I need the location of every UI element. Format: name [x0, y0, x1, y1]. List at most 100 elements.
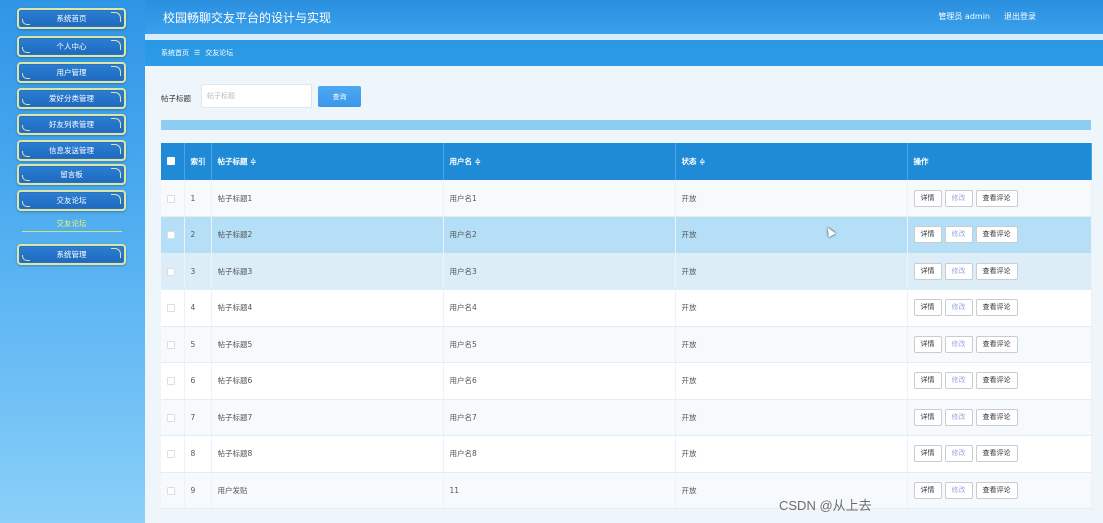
- row-checkbox[interactable]: [167, 194, 175, 203]
- view-comments-button[interactable]: 查看评论: [975, 262, 1018, 280]
- view-comments-button[interactable]: 查看评论: [975, 481, 1018, 499]
- row-index: 8: [184, 435, 212, 473]
- detail-button[interactable]: 详情: [913, 408, 942, 426]
- sidebar-item-label: 个人中心: [56, 42, 87, 51]
- detail-button[interactable]: 详情: [913, 189, 942, 207]
- header-index: 索引: [184, 143, 212, 180]
- row-checkbox[interactable]: [167, 413, 175, 422]
- view-comments-button[interactable]: 查看评论: [975, 189, 1018, 207]
- row-checkbox[interactable]: [167, 340, 175, 349]
- detail-button[interactable]: 详情: [913, 372, 942, 390]
- view-comments-button[interactable]: 查看评论: [975, 335, 1018, 353]
- row-actions: 详情 修改 查看评论: [907, 289, 1092, 327]
- ornament-icon: [22, 99, 30, 105]
- table-row[interactable]: 6 帖子标题6 用户名6 开放 详情 修改 查看评论: [161, 362, 1092, 400]
- sidebar-item-users[interactable]: 用户管理: [17, 62, 126, 83]
- sidebar-item-forum[interactable]: 交友论坛: [17, 190, 126, 211]
- sidebar-subitem-forum[interactable]: 交友论坛: [17, 218, 126, 229]
- sidebar-item-label: 爱好分类管理: [49, 94, 94, 103]
- detail-button[interactable]: 详情: [913, 335, 942, 353]
- row-title: 帖子标题8: [211, 435, 444, 473]
- row-actions: 详情 修改 查看评论: [907, 326, 1092, 363]
- sidebar-item-personal-center[interactable]: 个人中心: [17, 36, 126, 57]
- sidebar: 系统首页 个人中心 用户管理 爱好分类管理 好友列表管理 信息发送管理 留言板 …: [0, 0, 145, 523]
- sidebar-item-label: 系统首页: [56, 14, 87, 23]
- edit-button[interactable]: 修改: [944, 335, 973, 353]
- search-input[interactable]: [201, 84, 312, 108]
- edit-button[interactable]: 修改: [944, 372, 973, 390]
- header-status[interactable]: 状态 ≑: [675, 143, 908, 180]
- sidebar-item-messages[interactable]: 信息发送管理: [17, 140, 126, 161]
- ornament-icon: [22, 125, 30, 131]
- row-title: 帖子标题4: [211, 289, 444, 327]
- row-checkbox[interactable]: [167, 267, 175, 276]
- menu-icon: ☰: [194, 49, 201, 57]
- row-title: 帖子标题5: [211, 326, 444, 363]
- view-comments-button[interactable]: 查看评论: [975, 299, 1018, 317]
- row-status: 开放: [675, 362, 908, 400]
- detail-button[interactable]: 详情: [913, 299, 942, 317]
- sidebar-item-home[interactable]: 系统首页: [17, 8, 126, 29]
- ornament-icon: [111, 194, 121, 204]
- breadcrumb-home[interactable]: 系统首页: [161, 48, 189, 58]
- ornament-icon: [22, 151, 30, 157]
- view-comments-button[interactable]: 查看评论: [975, 445, 1018, 463]
- table-row[interactable]: 3 帖子标题3 用户名3 开放 详情 修改 查看评论: [161, 253, 1092, 290]
- sidebar-item-label: 交友论坛: [56, 196, 87, 205]
- view-comments-button[interactable]: 查看评论: [975, 408, 1018, 426]
- table-row[interactable]: 1 帖子标题1 用户名1 开放 详情 修改 查看评论: [161, 180, 1092, 217]
- select-all-checkbox[interactable]: [167, 156, 175, 165]
- view-comments-button[interactable]: 查看评论: [975, 372, 1018, 390]
- row-username: 用户名7: [443, 399, 676, 436]
- view-comments-button[interactable]: 查看评论: [975, 226, 1018, 244]
- select-all-cell[interactable]: [161, 143, 185, 180]
- table-row[interactable]: 2 帖子标题2 用户名2 开放 详情 修改 查看评论: [161, 216, 1092, 254]
- edit-button[interactable]: 修改: [944, 226, 973, 244]
- row-status: 开放: [675, 216, 908, 254]
- row-username: 用户名1: [443, 180, 676, 217]
- table-row[interactable]: 9 用户发贴 11 开放 详情 修改 查看评论: [161, 472, 1092, 509]
- table-row[interactable]: 4 帖子标题4 用户名4 开放 详情 修改 查看评论: [161, 289, 1092, 327]
- edit-button[interactable]: 修改: [944, 299, 973, 317]
- detail-button[interactable]: 详情: [913, 226, 942, 244]
- row-index: 7: [184, 399, 212, 436]
- header-title[interactable]: 帖子标题 ≑: [211, 143, 444, 180]
- row-checkbox[interactable]: [167, 377, 175, 386]
- sidebar-item-guestbook[interactable]: 留言板: [17, 164, 126, 185]
- sidebar-item-system[interactable]: 系统管理: [17, 244, 126, 265]
- row-checkbox[interactable]: [167, 304, 175, 313]
- sidebar-item-label: 好友列表管理: [49, 120, 94, 129]
- query-button[interactable]: 查询: [318, 86, 361, 107]
- logout-link[interactable]: 退出登录: [1004, 11, 1036, 22]
- edit-button[interactable]: 修改: [944, 408, 973, 426]
- row-status: 开放: [675, 289, 908, 327]
- search-label: 帖子标题: [161, 94, 191, 103]
- sidebar-item-friends[interactable]: 好友列表管理: [17, 114, 126, 135]
- table-row[interactable]: 8 帖子标题8 用户名8 开放 详情 修改 查看评论: [161, 435, 1092, 473]
- table-row[interactable]: 7 帖子标题7 用户名7 开放 详情 修改 查看评论: [161, 399, 1092, 436]
- detail-button[interactable]: 详情: [913, 262, 942, 280]
- row-status: 开放: [675, 180, 908, 217]
- detail-button[interactable]: 详情: [913, 481, 942, 499]
- breadcrumb-current: 交友论坛: [205, 49, 234, 57]
- row-username: 11: [443, 472, 676, 509]
- app-title: 校园畅聊交友平台的设计与实现: [163, 11, 332, 25]
- row-checkbox[interactable]: [167, 231, 175, 240]
- row-username: 用户名8: [443, 435, 676, 473]
- row-title: 帖子标题1: [211, 180, 444, 217]
- row-checkbox[interactable]: [167, 450, 175, 459]
- edit-button[interactable]: 修改: [944, 189, 973, 207]
- row-status: 开放: [675, 326, 908, 363]
- ornament-icon: [111, 12, 121, 22]
- row-checkbox[interactable]: [167, 486, 175, 495]
- header-actions: 操作: [907, 143, 1092, 180]
- row-username: 用户名2: [443, 216, 676, 254]
- sidebar-item-hobby-categories[interactable]: 爱好分类管理: [17, 88, 126, 109]
- edit-button[interactable]: 修改: [944, 481, 973, 499]
- detail-button[interactable]: 详情: [913, 445, 942, 463]
- table-row[interactable]: 5 帖子标题5 用户名5 开放 详情 修改 查看评论: [161, 326, 1092, 363]
- edit-button[interactable]: 修改: [944, 262, 973, 280]
- header-username[interactable]: 用户名 ≑: [443, 143, 676, 180]
- admin-label: 管理员 admin: [938, 12, 990, 21]
- edit-button[interactable]: 修改: [944, 445, 973, 463]
